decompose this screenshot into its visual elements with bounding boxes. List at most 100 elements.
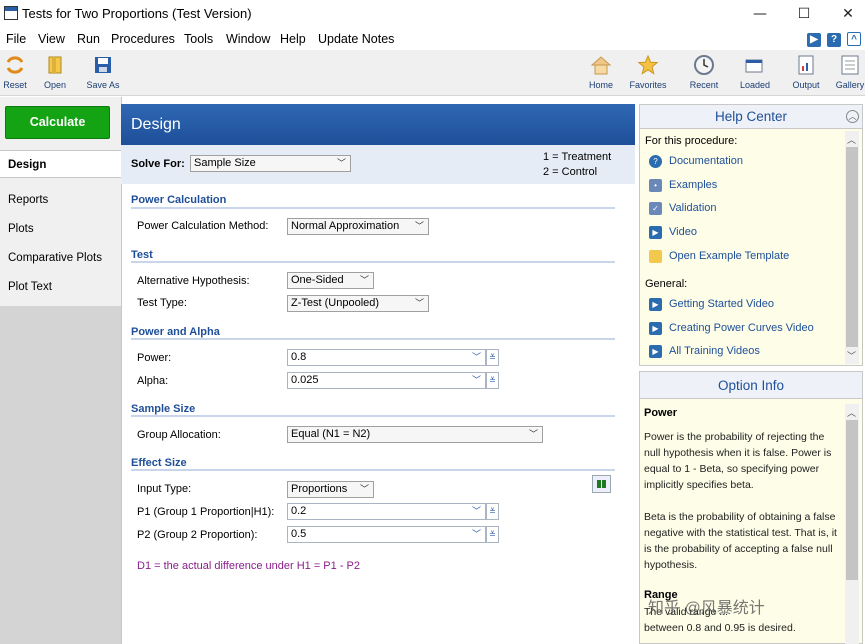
power-spin-button[interactable]: ≚ bbox=[486, 349, 499, 366]
legend-control: 2 = Control bbox=[543, 166, 598, 178]
output-button[interactable]: Output bbox=[784, 52, 828, 90]
scroll-thumb[interactable] bbox=[846, 420, 858, 580]
loaded-button[interactable]: Loaded bbox=[733, 52, 777, 90]
gallery-button[interactable]: Gallery bbox=[828, 52, 865, 90]
close-button[interactable]: ✕ bbox=[828, 2, 865, 26]
nav-reports[interactable]: Reports bbox=[0, 186, 121, 214]
help-icon[interactable]: ? bbox=[827, 33, 841, 47]
favorites-label: Favorites bbox=[629, 80, 667, 90]
p1-value: 0.2 bbox=[291, 505, 307, 517]
help-scrollbar[interactable]: ︿ ﹀ bbox=[845, 131, 859, 364]
question-icon: ? bbox=[649, 155, 662, 168]
general-label: General: bbox=[645, 278, 688, 290]
section-sample-size: Sample Size bbox=[131, 403, 196, 415]
alpha-spin-button[interactable]: ≚ bbox=[486, 372, 499, 389]
power-input[interactable]: 0.8 ﹀ bbox=[287, 349, 486, 366]
save-icon bbox=[95, 57, 111, 73]
star-icon bbox=[637, 54, 659, 75]
section-test: Test bbox=[131, 249, 153, 261]
chevron-down-icon[interactable]: ﹀ bbox=[472, 373, 481, 388]
alpha-value: 0.025 bbox=[291, 374, 319, 386]
reset-icon bbox=[6, 56, 24, 74]
p1-spin-button[interactable]: ≚ bbox=[486, 503, 499, 520]
menu-right-icons: ▶? ^ bbox=[801, 31, 861, 47]
output-icon bbox=[798, 55, 814, 75]
validation-icon: ✓ bbox=[649, 202, 662, 215]
nav-empty-area bbox=[0, 306, 121, 644]
group-allocation-label: Group Allocation: bbox=[137, 429, 221, 441]
test-type-label: Test Type: bbox=[137, 297, 187, 309]
solve-for-select[interactable]: Sample Size ﹀ bbox=[190, 155, 351, 172]
output-label: Output bbox=[792, 80, 820, 90]
open-button[interactable]: Open bbox=[33, 52, 77, 90]
section-power-alpha: Power and Alpha bbox=[131, 326, 220, 338]
power-calc-method-value: Normal Approximation bbox=[291, 220, 400, 232]
alt-hypothesis-select[interactable]: One-Sided ﹀ bbox=[287, 272, 374, 289]
power-value: 0.8 bbox=[291, 351, 307, 363]
loaded-icon bbox=[745, 59, 763, 73]
save-as-label: Save As bbox=[86, 80, 120, 90]
nav-plot-text[interactable]: Plot Text bbox=[0, 273, 121, 301]
menu-file[interactable]: File bbox=[6, 32, 26, 46]
p2-spin-button[interactable]: ≚ bbox=[486, 526, 499, 543]
chevron-down-icon[interactable]: ﹀ bbox=[472, 350, 481, 365]
group-allocation-value: Equal (N1 = N2) bbox=[291, 428, 371, 440]
p1-label: P1 (Group 1 Proportion|H1): bbox=[137, 506, 275, 518]
recent-button[interactable]: Recent bbox=[682, 52, 726, 90]
open-folder-icon bbox=[48, 56, 62, 74]
input-type-label: Input Type: bbox=[137, 483, 192, 495]
grid-icon[interactable] bbox=[592, 475, 611, 493]
scroll-thumb[interactable] bbox=[846, 147, 858, 347]
chevron-down-icon[interactable]: ﹀ bbox=[472, 504, 481, 519]
chevron-down-icon: ﹀ bbox=[336, 158, 346, 168]
window-title: Tests for Two Proportions (Test Version) bbox=[22, 6, 252, 21]
legend-treatment: 1 = Treatment bbox=[543, 151, 612, 163]
solve-for-value: Sample Size bbox=[194, 157, 256, 169]
input-type-value: Proportions bbox=[291, 483, 348, 495]
menu-run[interactable]: Run bbox=[77, 32, 100, 46]
menu-view[interactable]: View bbox=[38, 32, 65, 46]
input-type-select[interactable]: Proportions ﹀ bbox=[287, 481, 374, 498]
p2-value: 0.5 bbox=[291, 528, 307, 540]
collapse-icon[interactable]: ︿ bbox=[846, 110, 859, 123]
save-as-button[interactable]: Save As bbox=[81, 52, 125, 90]
difference-note: D1 = the actual difference under H1 = P1… bbox=[137, 560, 360, 572]
section-power-calculation: Power Calculation bbox=[131, 194, 227, 206]
menu-procedures[interactable]: Procedures bbox=[111, 32, 175, 46]
scroll-down-icon[interactable]: ﹀ bbox=[847, 349, 856, 362]
calculate-button[interactable]: Calculate bbox=[5, 106, 110, 139]
video-icon: ▶ bbox=[649, 345, 662, 358]
menu-window[interactable]: Window bbox=[226, 32, 270, 46]
home-button[interactable]: Home bbox=[579, 52, 623, 90]
test-type-select[interactable]: Z-Test (Unpooled) ﹀ bbox=[287, 295, 429, 312]
p2-input[interactable]: 0.5 ﹀ bbox=[287, 526, 486, 543]
p1-input[interactable]: 0.2 ﹀ bbox=[287, 503, 486, 520]
power-calc-method-label: Power Calculation Method: bbox=[137, 220, 269, 232]
video-icon[interactable]: ▶ bbox=[807, 33, 821, 47]
alpha-input[interactable]: 0.025 ﹀ bbox=[287, 372, 486, 389]
option-scrollbar[interactable]: ︿ bbox=[845, 404, 859, 644]
chevron-down-icon: ﹀ bbox=[414, 298, 424, 308]
maximize-button[interactable]: ☐ bbox=[784, 2, 824, 26]
reset-button[interactable]: Reset bbox=[0, 52, 37, 90]
favorites-button[interactable]: Favorites bbox=[626, 52, 670, 90]
alt-hypothesis-value: One-Sided bbox=[291, 274, 344, 286]
scroll-up-icon[interactable]: ︿ bbox=[847, 133, 856, 146]
collapse-icon[interactable]: ^ bbox=[847, 32, 861, 46]
minimize-button[interactable]: — bbox=[740, 2, 780, 26]
power-label: Power: bbox=[137, 352, 172, 364]
test-type-value: Z-Test (Unpooled) bbox=[291, 297, 380, 309]
group-allocation-select[interactable]: Equal (N1 = N2) ﹀ bbox=[287, 426, 543, 443]
nav-plots[interactable]: Plots bbox=[0, 215, 121, 243]
scroll-up-icon[interactable]: ︿ bbox=[847, 406, 856, 419]
nav-comparative-plots[interactable]: Comparative Plots bbox=[0, 244, 121, 272]
chevron-down-icon[interactable]: ﹀ bbox=[472, 527, 481, 542]
template-icon bbox=[649, 250, 662, 263]
menu-tools[interactable]: Tools bbox=[184, 32, 213, 46]
menu-help[interactable]: Help bbox=[280, 32, 306, 46]
nav-design[interactable]: Design bbox=[0, 150, 121, 178]
section-divider bbox=[131, 469, 615, 471]
section-divider bbox=[131, 261, 615, 263]
menu-update-notes[interactable]: Update Notes bbox=[318, 32, 394, 46]
power-calc-method-select[interactable]: Normal Approximation ﹀ bbox=[287, 218, 429, 235]
